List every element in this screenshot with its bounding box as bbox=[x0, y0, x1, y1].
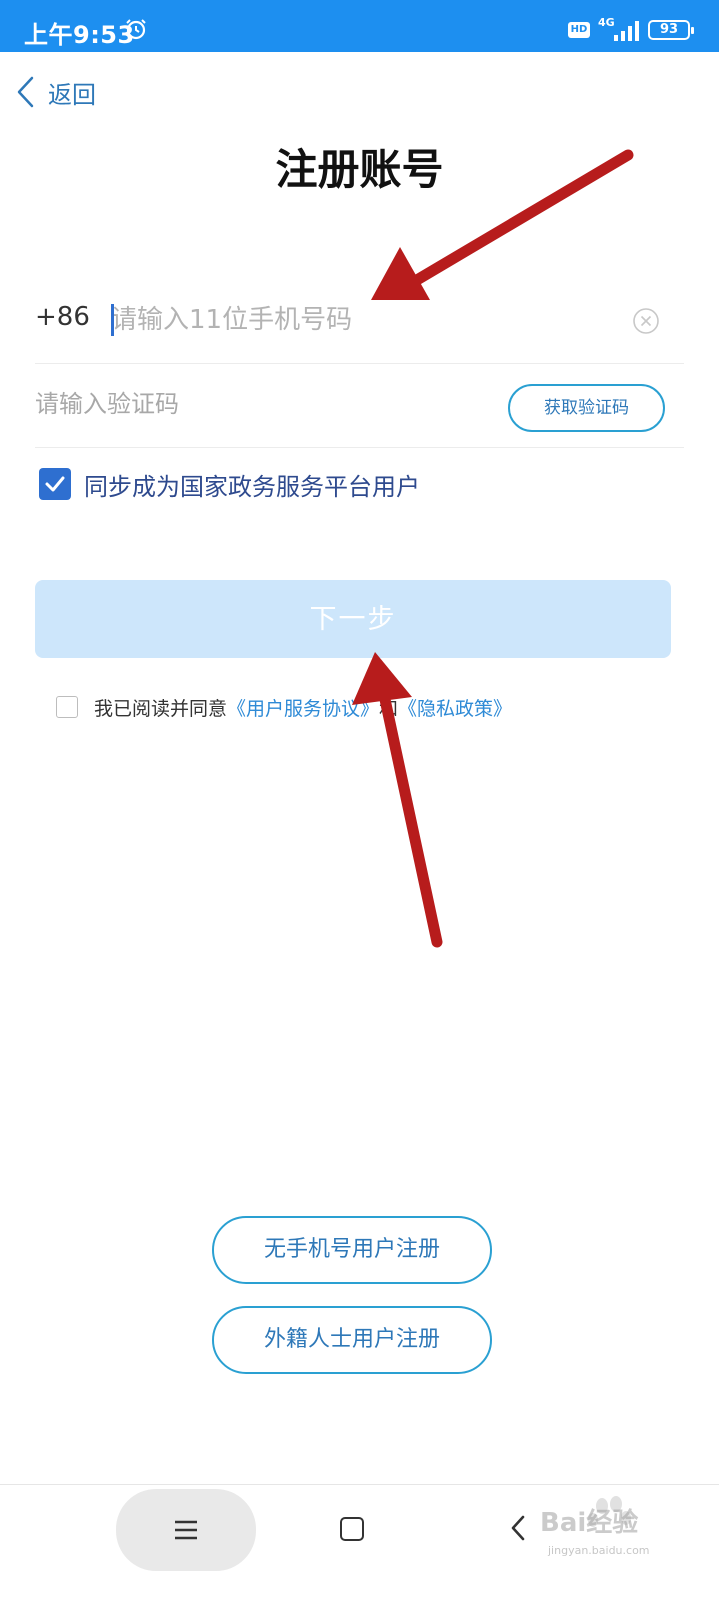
code-row: 获取验证码 bbox=[35, 364, 684, 448]
clear-icon[interactable] bbox=[631, 306, 661, 336]
watermark-url: jingyan.baidu.com bbox=[548, 1544, 650, 1557]
agreement-prefix: 我已阅读并同意 bbox=[94, 697, 228, 720]
status-bar: 上午9:53 HD 4G 93 bbox=[0, 0, 719, 52]
sync-platform-option[interactable]: 同步成为国家政务服务平台用户 bbox=[39, 466, 420, 502]
agreement-conjunction: 和 bbox=[379, 697, 399, 720]
next-step-button[interactable]: 下一步 bbox=[35, 580, 671, 658]
text-cursor bbox=[111, 304, 114, 336]
phone-input[interactable] bbox=[111, 300, 581, 340]
sync-label: 同步成为国家政务服务平台用户 bbox=[84, 472, 420, 501]
menu-icon bbox=[175, 1520, 197, 1540]
get-code-button[interactable]: 获取验证码 bbox=[508, 384, 665, 432]
phone-row: +86 bbox=[35, 282, 684, 364]
terms-link[interactable]: 《用户服务协议》 bbox=[227, 694, 379, 721]
nav-home-button[interactable] bbox=[340, 1517, 364, 1541]
page-title: 注册账号 bbox=[275, 145, 444, 194]
hd-badge: HD bbox=[568, 22, 590, 38]
chevron-left-icon bbox=[17, 76, 34, 108]
watermark-text: Bai经验 bbox=[540, 1508, 639, 1538]
nav-back-icon[interactable] bbox=[506, 1511, 530, 1545]
status-time: 上午9:53 bbox=[24, 21, 135, 49]
alarm-icon bbox=[126, 19, 146, 40]
country-code[interactable]: +86 bbox=[35, 302, 90, 332]
agreement-checkbox[interactable] bbox=[56, 696, 78, 718]
agreement-row: 我已阅读并同意 《用户服务协议》 和 《隐私政策》 bbox=[56, 692, 512, 722]
verification-code-input[interactable] bbox=[35, 384, 465, 424]
privacy-link[interactable]: 《隐私政策》 bbox=[398, 694, 512, 721]
back-button[interactable]: 返回 bbox=[14, 72, 96, 112]
checkbox-checked[interactable] bbox=[39, 468, 71, 500]
nav-menu-button[interactable] bbox=[116, 1489, 256, 1571]
battery-indicator: 93 bbox=[648, 20, 694, 40]
back-label: 返回 bbox=[48, 80, 96, 109]
checkmark-icon bbox=[45, 476, 65, 492]
foreigner-register-button[interactable]: 外籍人士用户注册 bbox=[212, 1306, 492, 1374]
signal-icon bbox=[614, 21, 639, 41]
no-phone-register-button[interactable]: 无手机号用户注册 bbox=[212, 1216, 492, 1284]
